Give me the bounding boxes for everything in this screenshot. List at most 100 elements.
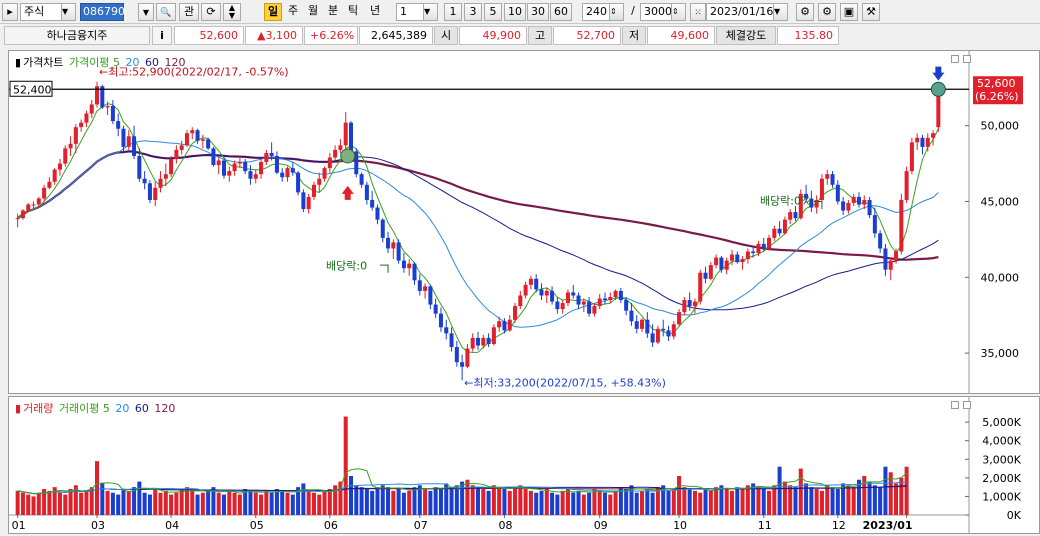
candle-body <box>587 301 592 314</box>
volume-bar <box>153 489 158 515</box>
candle-body <box>481 337 486 346</box>
volume-bar <box>343 416 348 515</box>
volume-bar <box>883 466 888 515</box>
volume-bar <box>486 490 491 515</box>
price-chart-panel[interactable]: 50,000 45,000 40,000 35,000 52,400 ←최고:52,900… <box>8 50 1040 394</box>
volume-bar <box>359 487 364 515</box>
total-count-input[interactable]: 3000 ⇕ <box>640 3 686 21</box>
tab-week[interactable]: 주 <box>284 3 302 21</box>
candle-body <box>703 272 708 279</box>
updown-spinner[interactable]: ▲ ▼ <box>223 3 241 21</box>
dividend-label: 배당락:0 <box>326 260 367 273</box>
candle-body <box>338 145 343 150</box>
settings-button[interactable]: ⚙ <box>818 3 836 21</box>
candle-body <box>52 169 57 182</box>
period-30-button[interactable]: 30 <box>527 3 549 21</box>
search-button[interactable]: 🔍 <box>156 3 176 21</box>
volume-bar <box>878 487 883 515</box>
candle-body <box>576 295 581 305</box>
chart-window: ▸ 주식 ▼ 086790 ▼ 🔍 관 ⟳ ▲ ▼ 일 주 월 분 틱 년 1 ▼… <box>0 0 1040 536</box>
candle-body <box>671 324 676 337</box>
tools-button[interactable]: ⚙ <box>796 3 814 21</box>
volume-bar <box>587 492 592 515</box>
tab-minute[interactable]: 분 <box>324 3 342 21</box>
volume-chart-panel[interactable]: 5,000K 4,000K 3,000K 2,000K 1,000K 0K 01 03 04 05… <box>8 396 1040 534</box>
volume-bar <box>793 487 798 515</box>
candle-body <box>407 263 412 269</box>
volume-bar <box>592 489 597 515</box>
date-picker[interactable]: 2023/01/16 ▼ <box>706 3 788 21</box>
candle-body <box>909 142 914 172</box>
volume-bar <box>650 492 655 515</box>
grid-settings-button[interactable]: ⁙ <box>690 3 706 21</box>
period-1-button[interactable]: 1 <box>444 3 462 21</box>
candle-body <box>174 149 179 160</box>
wrench-icon: ⚒ <box>866 5 876 18</box>
candle-body <box>57 163 62 170</box>
panel-close-button[interactable] <box>963 55 971 63</box>
legend-price: 가격차트 <box>23 56 64 69</box>
candle-body <box>169 159 174 175</box>
candle-body <box>359 174 364 185</box>
period-60-button[interactable]: 60 <box>550 3 572 21</box>
volume-bar <box>560 490 565 515</box>
display-count-input[interactable]: 240 ⇕ <box>582 3 624 21</box>
candle-body <box>894 251 899 261</box>
kwan-button[interactable]: 관 <box>179 3 199 21</box>
tab-month[interactable]: 월 <box>304 3 322 21</box>
panel-close-button[interactable] <box>963 401 971 409</box>
candle-body <box>634 321 639 329</box>
candle-body <box>925 137 930 147</box>
price-chart-canvas[interactable]: 50,00045,00040,00035,00052,400←최고:52,900… <box>9 51 1039 393</box>
open-label: 시 <box>434 26 458 45</box>
candle-body <box>454 347 459 363</box>
period-select[interactable]: 1 ▼ <box>396 3 438 21</box>
candle-body <box>274 155 279 173</box>
candle-body <box>507 319 512 331</box>
candle-body <box>290 168 295 173</box>
volume-bar <box>454 485 459 515</box>
period-3-button[interactable]: 3 <box>464 3 482 21</box>
tab-year[interactable]: 년 <box>364 3 386 21</box>
market-type-select[interactable]: 주식 ▼ <box>20 3 76 21</box>
volume-bar <box>380 485 385 515</box>
candle-body <box>79 122 84 128</box>
volume-bar <box>206 490 211 515</box>
volume-bar <box>830 487 835 515</box>
volume-bar <box>306 490 311 515</box>
code-dropdown-button[interactable]: ▼ <box>138 3 154 21</box>
high-price: 52,700 <box>553 26 621 45</box>
volume-bar <box>121 489 126 515</box>
volume-bar <box>322 490 327 515</box>
x-tick-label: 05 <box>250 519 264 532</box>
panel-minimize-button[interactable] <box>951 401 959 409</box>
volume-bar <box>370 490 375 515</box>
volume-bar <box>290 494 295 515</box>
indicator-button[interactable]: ⚒ <box>862 3 880 21</box>
tab-tick[interactable]: 틱 <box>344 3 362 21</box>
candle-body <box>110 105 115 122</box>
candle-body <box>534 278 539 290</box>
volume-bar <box>174 492 179 515</box>
candle-body <box>767 237 772 249</box>
volume-bar <box>613 490 618 515</box>
volume-bar <box>105 490 110 515</box>
candle-body <box>259 162 264 175</box>
volume-bar <box>301 483 306 515</box>
y-tick-label: 50,000 <box>981 120 1020 133</box>
candle-body <box>751 251 756 254</box>
tab-day[interactable]: 일 <box>264 3 282 21</box>
low-price: 49,600 <box>647 26 715 45</box>
candle-body <box>560 303 565 310</box>
refresh-button[interactable]: ⟳ <box>201 3 221 21</box>
volume-chart-canvas[interactable]: 5,000K 4,000K 3,000K 2,000K 1,000K 0K 01 03 04 05… <box>9 397 1039 533</box>
period-10-button[interactable]: 10 <box>504 3 526 21</box>
stock-info-button[interactable]: i <box>152 26 172 45</box>
candle-body <box>417 280 422 291</box>
save-button[interactable]: ▣ <box>840 3 858 21</box>
period-5-button[interactable]: 5 <box>484 3 502 21</box>
menu-icon[interactable]: ▸ <box>2 3 18 21</box>
low-annotation: ←최저:33,200(2022/07/15, +58.43%) <box>464 376 666 389</box>
panel-minimize-button[interactable] <box>951 55 959 63</box>
stock-code-input[interactable]: 086790 <box>80 3 125 21</box>
